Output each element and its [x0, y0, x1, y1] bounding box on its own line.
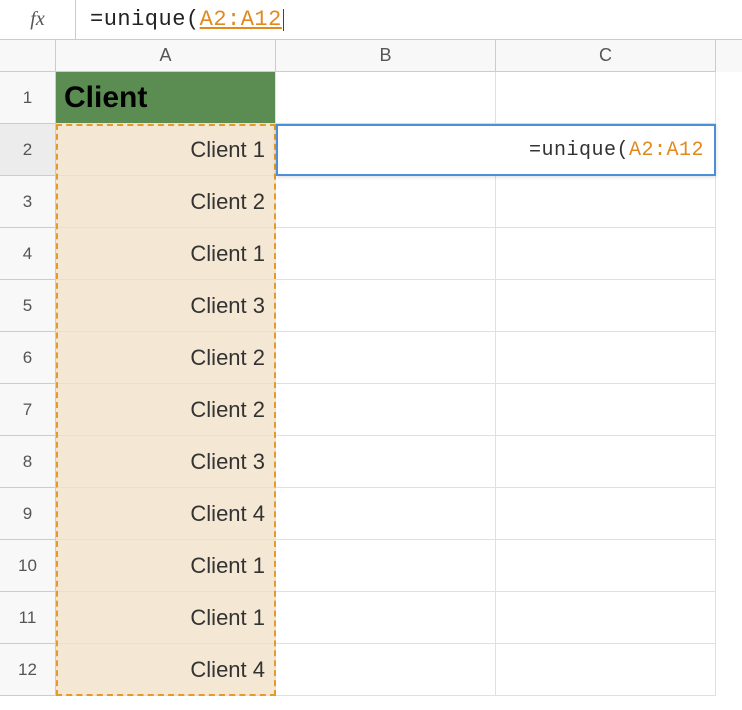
cell-A8[interactable]: Client 3: [56, 436, 276, 488]
formula-bar: fx =unique(A2:A12: [0, 0, 742, 40]
cell-C8[interactable]: [496, 436, 716, 488]
cell-B8[interactable]: [276, 436, 496, 488]
cell-A10[interactable]: Client 1: [56, 540, 276, 592]
formula-input[interactable]: =unique(A2:A12: [76, 0, 742, 39]
cell-C1[interactable]: [496, 72, 716, 124]
cell-C7[interactable]: [496, 384, 716, 436]
select-all-corner[interactable]: [0, 40, 56, 72]
row-7: 7 Client 2: [0, 384, 742, 436]
row-header-7[interactable]: 7: [0, 384, 56, 436]
cell-B11[interactable]: [276, 592, 496, 644]
cell-C10[interactable]: [496, 540, 716, 592]
cell-C11[interactable]: [496, 592, 716, 644]
cell-A12[interactable]: Client 4: [56, 644, 276, 696]
cell-B7[interactable]: [276, 384, 496, 436]
cell-B3[interactable]: [276, 176, 496, 228]
cell-B12[interactable]: [276, 644, 496, 696]
cell-B4[interactable]: [276, 228, 496, 280]
row-header-8[interactable]: 8: [0, 436, 56, 488]
column-header-B[interactable]: B: [276, 40, 496, 72]
cell-C6[interactable]: [496, 332, 716, 384]
cell-A7[interactable]: Client 2: [56, 384, 276, 436]
cell-C9[interactable]: [496, 488, 716, 540]
fx-icon[interactable]: fx: [0, 0, 76, 39]
column-header-C[interactable]: C: [496, 40, 716, 72]
row-1: 1 Client: [0, 72, 742, 124]
spreadsheet-grid[interactable]: A B C 1 Client 2 Client 1 3 Client 2 4 C…: [0, 40, 742, 696]
row-8: 8 Client 3: [0, 436, 742, 488]
column-header-A[interactable]: A: [56, 40, 276, 72]
cell-B6[interactable]: [276, 332, 496, 384]
row-header-11[interactable]: 11: [0, 592, 56, 644]
cell-B10[interactable]: [276, 540, 496, 592]
cell-A4[interactable]: Client 1: [56, 228, 276, 280]
cell-C12[interactable]: [496, 644, 716, 696]
active-cell-editor[interactable]: =unique(A2:A12: [276, 124, 716, 176]
cell-A1[interactable]: Client: [56, 72, 276, 124]
row-10: 10 Client 1: [0, 540, 742, 592]
row-header-4[interactable]: 4: [0, 228, 56, 280]
cell-C3[interactable]: [496, 176, 716, 228]
row-11: 11 Client 1: [0, 592, 742, 644]
row-header-10[interactable]: 10: [0, 540, 56, 592]
row-header-2[interactable]: 2: [0, 124, 56, 176]
row-header-5[interactable]: 5: [0, 280, 56, 332]
cell-C4[interactable]: [496, 228, 716, 280]
row-9: 9 Client 4: [0, 488, 742, 540]
text-cursor: [283, 9, 284, 31]
formula-text-prefix: =unique(: [90, 7, 200, 32]
cell-A3[interactable]: Client 2: [56, 176, 276, 228]
row-6: 6 Client 2: [0, 332, 742, 384]
row-header-1[interactable]: 1: [0, 72, 56, 124]
cell-B5[interactable]: [276, 280, 496, 332]
editor-reference: A2:A12: [629, 139, 704, 162]
row-3: 3 Client 2: [0, 176, 742, 228]
cell-A5[interactable]: Client 3: [56, 280, 276, 332]
row-4: 4 Client 1: [0, 228, 742, 280]
row-header-9[interactable]: 9: [0, 488, 56, 540]
row-header-12[interactable]: 12: [0, 644, 56, 696]
row-header-6[interactable]: 6: [0, 332, 56, 384]
row-12: 12 Client 4: [0, 644, 742, 696]
row-5: 5 Client 3: [0, 280, 742, 332]
cell-A6[interactable]: Client 2: [56, 332, 276, 384]
formula-reference: A2:A12: [200, 7, 282, 32]
cell-C5[interactable]: [496, 280, 716, 332]
cell-A11[interactable]: Client 1: [56, 592, 276, 644]
cell-A2[interactable]: Client 1: [56, 124, 276, 176]
editor-text-prefix: =unique(: [529, 139, 629, 162]
cell-B9[interactable]: [276, 488, 496, 540]
row-header-3[interactable]: 3: [0, 176, 56, 228]
column-headers-row: A B C: [0, 40, 742, 72]
cell-B1[interactable]: [276, 72, 496, 124]
cell-A9[interactable]: Client 4: [56, 488, 276, 540]
